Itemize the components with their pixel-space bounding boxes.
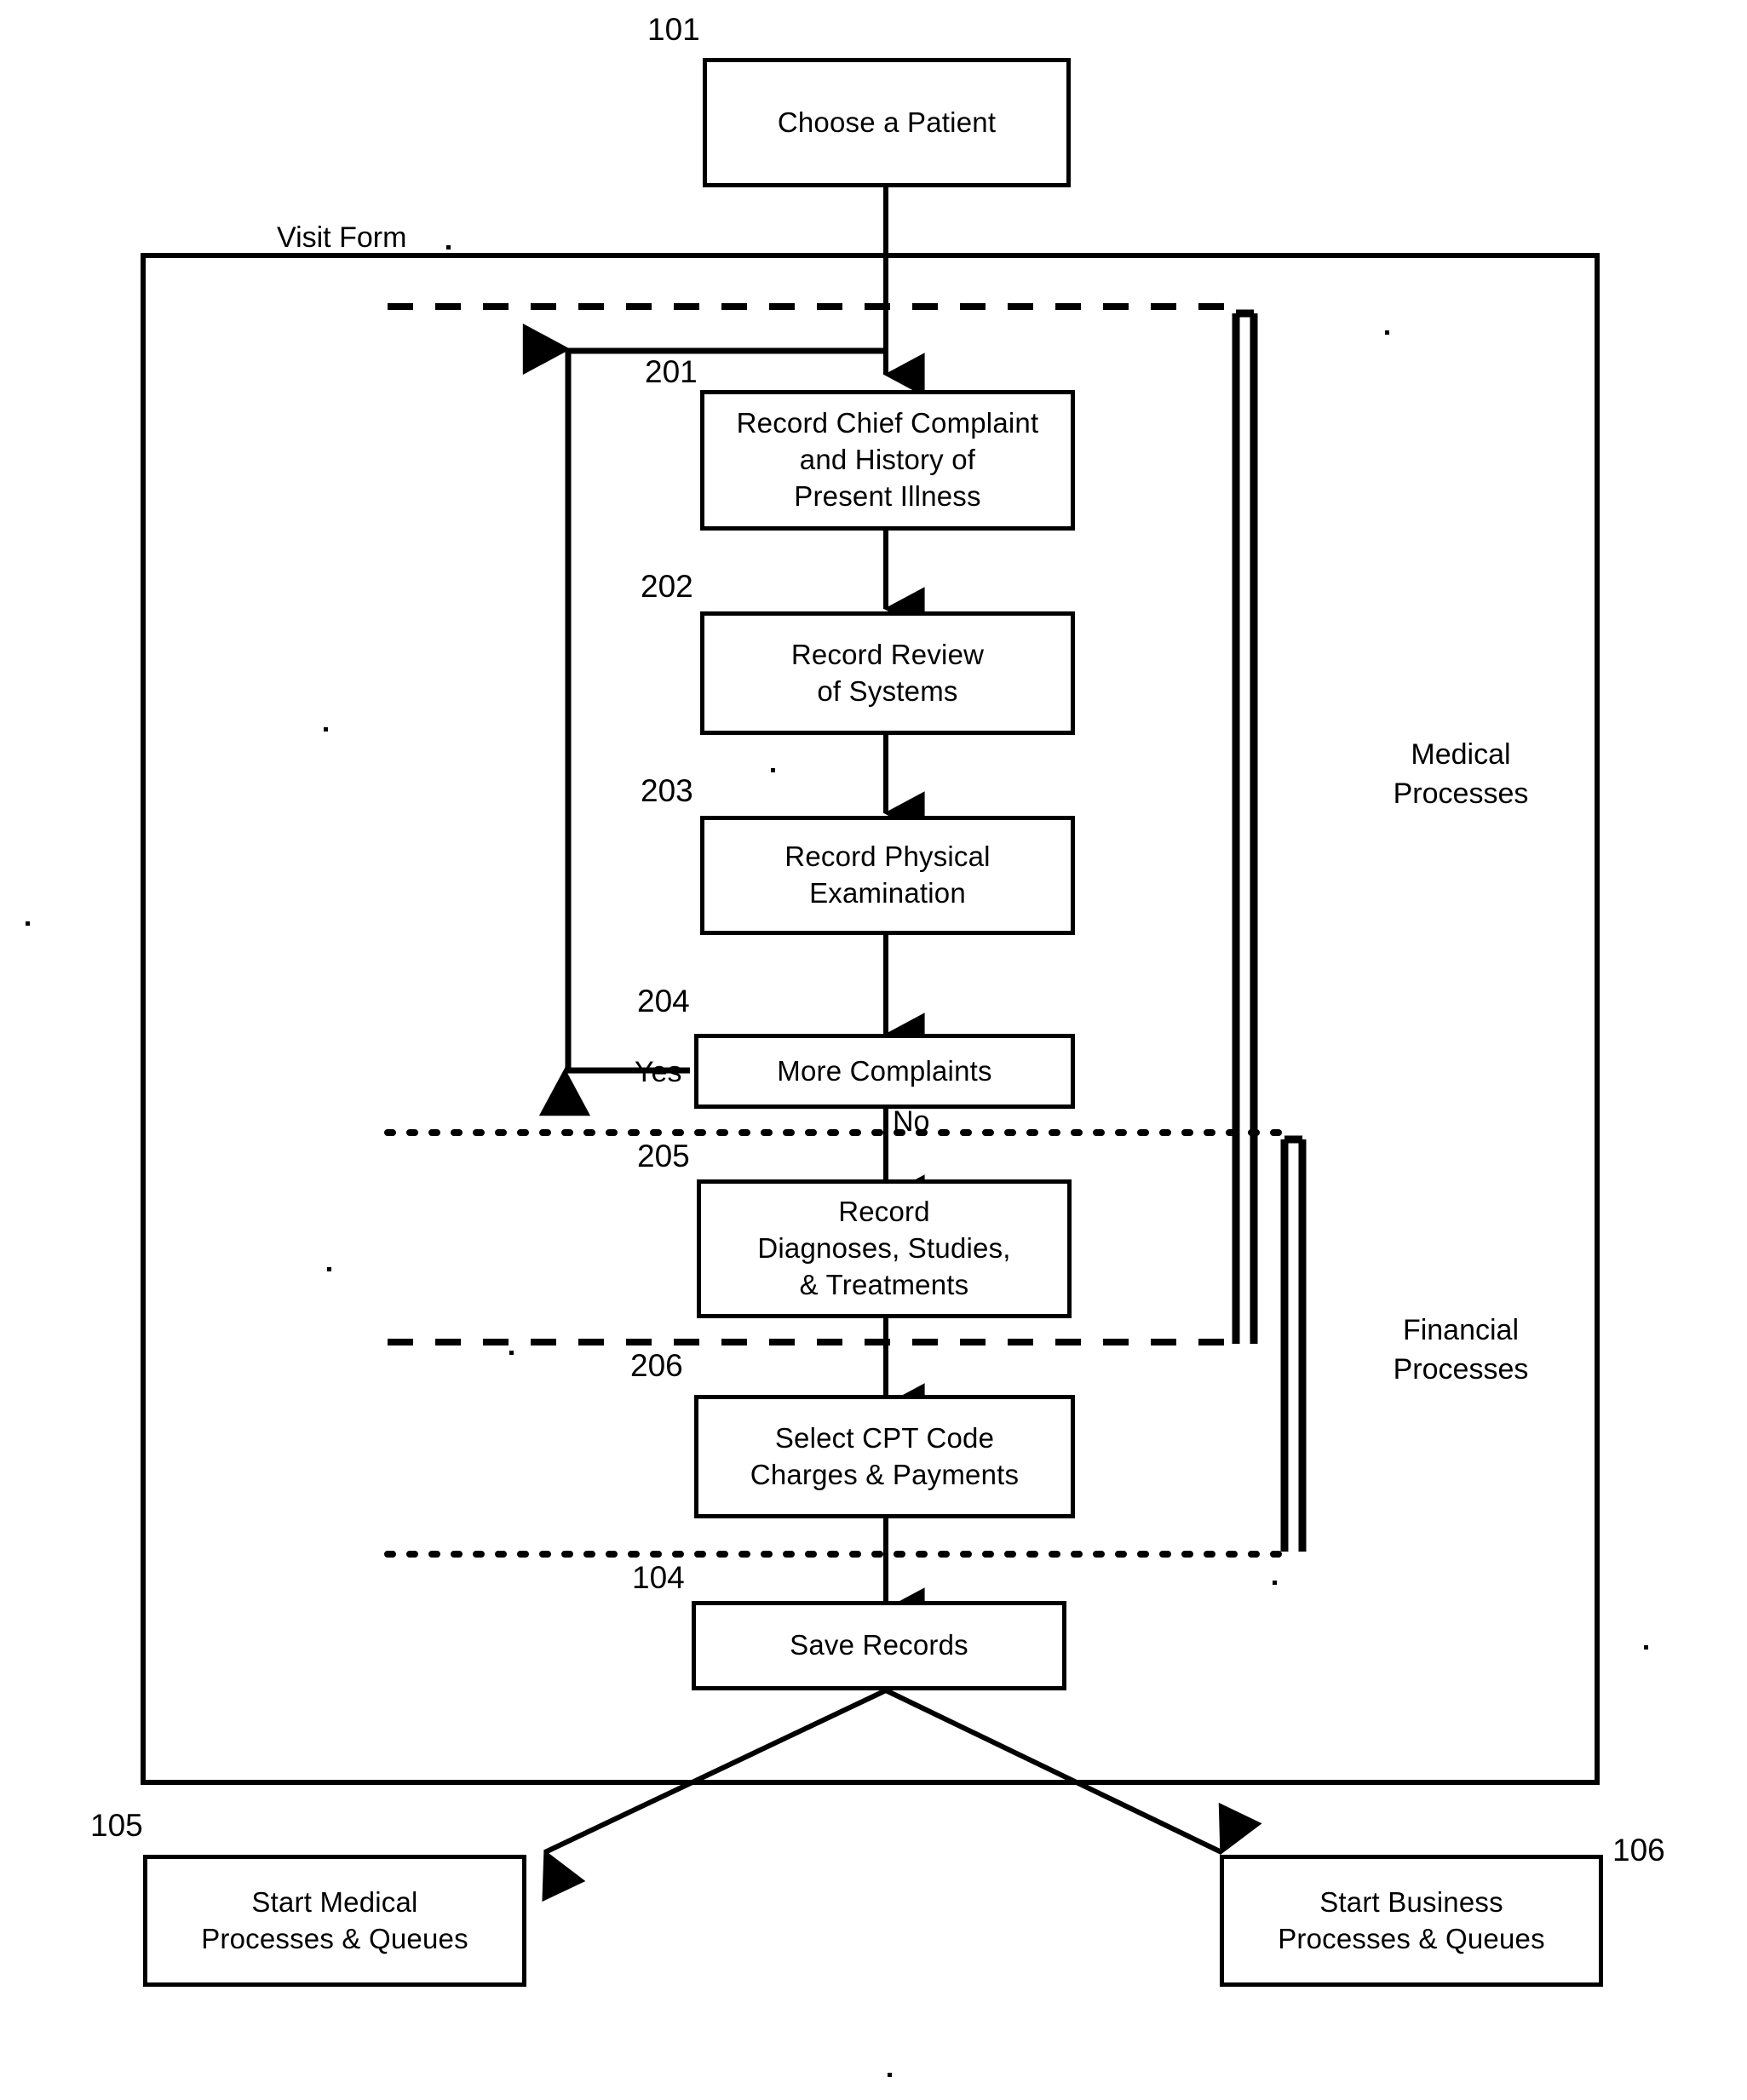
scan-speck bbox=[446, 245, 451, 250]
ref-label-202: 202 bbox=[641, 569, 693, 604]
ref-label-106: 106 bbox=[1612, 1833, 1665, 1868]
node-start-medical-processes[interactable]: Start Medical Processes & Queues bbox=[143, 1855, 526, 1987]
scan-speck bbox=[1233, 1288, 1238, 1292]
scan-speck bbox=[1385, 330, 1389, 335]
ref-label-203: 203 bbox=[641, 773, 693, 808]
scan-speck bbox=[1273, 1581, 1277, 1585]
financial-processes-label: Financial Processes bbox=[1393, 1314, 1529, 1386]
scan-speck bbox=[1644, 1645, 1648, 1650]
node-record-physical-examination[interactable]: Record Physical Examination bbox=[700, 816, 1075, 935]
node-record-chief-complaint[interactable]: Record Chief Complaint and History of Pr… bbox=[700, 390, 1075, 531]
ref-label-204: 204 bbox=[637, 984, 690, 1018]
ref-label-205: 205 bbox=[637, 1139, 690, 1173]
ref-label-104: 104 bbox=[632, 1560, 685, 1595]
ref-label-101: 101 bbox=[647, 12, 700, 47]
medical-processes-label: Medical Processes bbox=[1393, 738, 1529, 810]
scan-speck bbox=[888, 2073, 892, 2077]
scan-speck bbox=[324, 727, 328, 732]
edge-label-no: No bbox=[893, 1105, 930, 1138]
node-record-review-of-systems[interactable]: Record Review of Systems bbox=[700, 611, 1075, 735]
edge-104-to-106 bbox=[884, 1688, 1262, 1856]
edge-104-to-105 bbox=[542, 1688, 888, 1902]
flowchart-diagram: 101 201 202 203 204 205 206 104 105 106 … bbox=[0, 0, 1747, 2100]
scan-speck bbox=[26, 921, 30, 926]
ref-label-201: 201 bbox=[645, 354, 698, 389]
scan-speck bbox=[509, 1351, 514, 1355]
node-choose-a-patient[interactable]: Choose a Patient bbox=[703, 58, 1071, 187]
ref-label-206: 206 bbox=[630, 1348, 683, 1383]
medical-processes-bracket bbox=[1232, 309, 1258, 1344]
node-more-complaints[interactable]: More Complaints bbox=[694, 1034, 1075, 1109]
visit-form-label: Visit Form bbox=[277, 221, 407, 254]
node-save-records[interactable]: Save Records bbox=[692, 1601, 1066, 1690]
financial-processes-bracket bbox=[1280, 1135, 1307, 1552]
ref-label-105: 105 bbox=[90, 1808, 143, 1843]
node-record-diagnoses-studies-treatments[interactable]: Record Diagnoses, Studies, & Treatments bbox=[697, 1179, 1072, 1318]
node-select-cpt-code[interactable]: Select CPT Code Charges & Payments bbox=[694, 1395, 1075, 1518]
scan-speck bbox=[327, 1267, 331, 1271]
scan-speck bbox=[771, 768, 775, 772]
node-start-business-processes[interactable]: Start Business Processes & Queues bbox=[1220, 1855, 1603, 1987]
edge-label-yes: Yes bbox=[635, 1056, 682, 1088]
